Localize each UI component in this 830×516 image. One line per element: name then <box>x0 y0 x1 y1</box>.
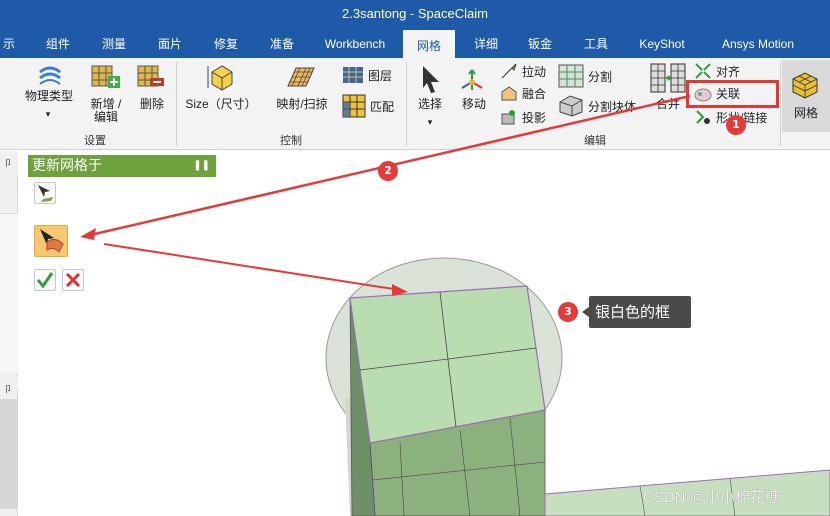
split-block-icon <box>559 95 583 117</box>
layer-icon <box>343 67 363 83</box>
tab-display[interactable]: 示 <box>0 30 18 58</box>
tab-assembly[interactable]: 组件 <box>36 30 80 58</box>
project-label: 投影 <box>522 110 547 125</box>
pull-icon <box>501 63 517 79</box>
layer-button[interactable]: 图层 <box>342 66 392 84</box>
tab-measure[interactable]: 测量 <box>92 30 136 58</box>
left-dock: 卩 卩 <box>0 151 18 516</box>
layer-label: 图层 <box>368 68 393 83</box>
blend-icon <box>501 86 517 101</box>
step-badge-2: 2 <box>378 161 398 181</box>
select-arrow-icon <box>420 64 442 98</box>
graphics-viewport[interactable] <box>18 178 830 516</box>
tab-sheetmetal[interactable]: 钣金 <box>518 30 562 58</box>
tab-mesh[interactable]: 网格 <box>403 30 455 58</box>
merge-button[interactable]: 合并 <box>650 98 686 111</box>
match-label: 匹配 <box>370 99 395 114</box>
mesh-button[interactable]: 网格 <box>782 60 830 132</box>
ribbon-separator <box>406 62 407 146</box>
group-edit-label: 编辑 <box>584 135 606 147</box>
chevron-down-icon[interactable]: ▾ <box>40 108 56 121</box>
panel-title: 更新网格于 <box>32 158 102 174</box>
dock-scrollbar[interactable] <box>0 399 18 509</box>
align-label: 对齐 <box>716 64 741 79</box>
menu-tabs: 示 组件 测量 面片 修复 准备 Workbench 网格 详细 钣金 工具 K… <box>0 30 830 58</box>
tab-tools[interactable]: 工具 <box>574 30 618 58</box>
blend-button[interactable]: 融合 <box>500 84 546 102</box>
dock-pin-bottom[interactable]: 卩 <box>0 377 18 394</box>
size-cube-icon <box>206 62 236 96</box>
pull-label: 拉动 <box>522 64 547 79</box>
tab-detail[interactable]: 详细 <box>464 30 508 58</box>
chevron-down-icon[interactable]: ▾ <box>422 116 438 129</box>
shape-link-icon <box>696 110 710 124</box>
map-sweep-button[interactable]: 映射/扫掠 <box>272 98 332 111</box>
group-settings-label: 设置 <box>84 135 106 147</box>
add-mesh-icon <box>90 62 122 96</box>
tab-workbench[interactable]: Workbench <box>316 30 394 58</box>
split-block-label: 分割块体 <box>588 99 637 114</box>
tab-keyshot[interactable]: KeyShot <box>632 30 692 58</box>
physics-type-button[interactable]: 物理类型 <box>22 90 76 103</box>
pause-icon[interactable]: ❚❚ <box>193 155 210 177</box>
annotation-callout: 银白色的框 <box>582 296 691 328</box>
ribbon-separator <box>176 62 177 146</box>
align-icon <box>695 63 711 79</box>
move-icon <box>458 62 486 96</box>
mesh-label: 网格 <box>793 106 818 120</box>
title-bar: 2.3santong - SpaceClaim <box>0 0 830 30</box>
dock-pin-top[interactable]: 卩 <box>0 151 18 175</box>
split-block-button[interactable]: 分割块体 <box>558 94 636 118</box>
move-button[interactable]: 移动 <box>456 98 492 111</box>
blend-label: 融合 <box>522 86 547 101</box>
step-badge-1: 1 <box>726 115 746 135</box>
project-button[interactable]: 投影 <box>500 108 546 126</box>
select-button[interactable]: 选择 <box>412 98 448 111</box>
group-control-label: 控制 <box>280 135 302 147</box>
tab-ansys-motion[interactable]: Ansys Motion <box>708 30 808 58</box>
size-button[interactable]: Size（尺寸） <box>182 98 260 111</box>
physics-type-icon <box>38 64 62 90</box>
step-badge-3: 3 <box>558 302 578 322</box>
dock-panel-top <box>0 213 18 373</box>
tab-repair[interactable]: 修复 <box>204 30 248 58</box>
delete-button[interactable]: 删除 <box>134 98 170 111</box>
match-icon <box>342 94 366 118</box>
project-icon <box>501 110 515 125</box>
window-title: 2.3santong - SpaceClaim <box>342 6 488 21</box>
tab-facets[interactable]: 面片 <box>148 30 192 58</box>
split-button[interactable]: 分割 <box>558 64 612 88</box>
add-edit-button[interactable]: 新增 / 编辑 <box>84 98 128 124</box>
ribbon-separator <box>780 62 781 146</box>
mesh-cube-icon <box>790 70 820 104</box>
panel-header: 更新网格于 ❚❚ <box>28 155 216 177</box>
delete-mesh-icon <box>136 64 166 96</box>
watermark: CSDN @小小棉花糖 <box>643 489 780 506</box>
pull-button[interactable]: 拉动 <box>500 62 546 80</box>
tab-prepare[interactable]: 准备 <box>260 30 304 58</box>
associate-highlight-box <box>686 80 779 108</box>
split-icon <box>558 64 584 88</box>
match-button[interactable]: 匹配 <box>342 94 394 118</box>
map-sweep-icon <box>286 64 316 96</box>
merge-icon <box>650 62 686 98</box>
align-button[interactable]: 对齐 <box>694 62 740 80</box>
split-label: 分割 <box>588 69 613 84</box>
